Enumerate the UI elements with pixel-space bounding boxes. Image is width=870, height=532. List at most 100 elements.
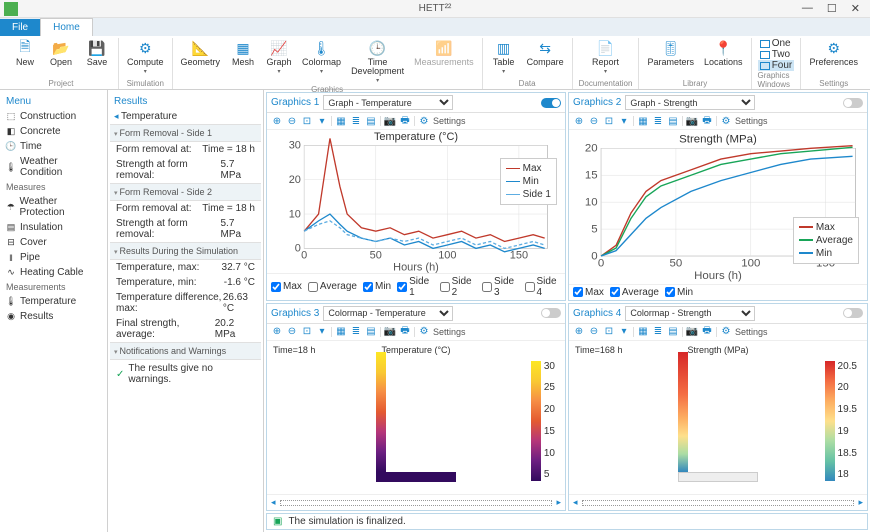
timedev-button[interactable]: 🕒Time Development▾ <box>349 38 406 85</box>
zoom-out-icon[interactable]: ⊖ <box>588 326 600 338</box>
check-max[interactable]: Max <box>573 287 604 298</box>
check-side3[interactable]: Side 3 <box>482 276 518 298</box>
graphics-3-toggle[interactable] <box>541 308 561 318</box>
layers-icon[interactable]: ▤ <box>365 326 377 338</box>
section-notes[interactable]: Notifications and Warnings <box>110 342 261 360</box>
section-form-removal-2[interactable]: Form Removal - Side 2 <box>110 183 261 201</box>
new-button[interactable]: 🗎New <box>10 38 40 68</box>
zoom-dropdown-icon[interactable]: ▾ <box>618 115 630 127</box>
table-button[interactable]: ▥Table▾ <box>489 38 519 76</box>
menu-construction[interactable]: ⬚Construction <box>2 109 105 124</box>
check-average[interactable]: Average <box>308 281 357 292</box>
gw-four-button[interactable]: Four <box>758 60 795 71</box>
save-button[interactable]: 💾Save <box>82 38 112 68</box>
results-back-link[interactable]: ◂ Temperature <box>110 109 261 124</box>
graphics-2-toggle[interactable] <box>843 98 863 108</box>
print-icon[interactable]: 🖶 <box>399 326 411 338</box>
grid-icon[interactable]: ▦ <box>637 115 649 127</box>
settings-icon[interactable]: ⚙ <box>418 326 430 338</box>
menu-time[interactable]: 🕒Time <box>2 139 105 154</box>
list-icon[interactable]: ≣ <box>652 326 664 338</box>
list-icon[interactable]: ≣ <box>652 115 664 127</box>
gw-two-button[interactable]: Two <box>758 49 795 60</box>
slider-next-icon[interactable]: ▸ <box>556 497 561 508</box>
zoom-dropdown-icon[interactable]: ▾ <box>618 326 630 338</box>
settings-icon[interactable]: ⚙ <box>720 326 732 338</box>
zoom-in-icon[interactable]: ⊕ <box>573 326 585 338</box>
graphics-4-dropdown[interactable]: Colormap - Strength <box>625 306 755 321</box>
grid-icon[interactable]: ▦ <box>335 326 347 338</box>
check-average[interactable]: Average <box>610 287 659 298</box>
print-icon[interactable]: 🖶 <box>701 115 713 127</box>
zoom-dropdown-icon[interactable]: ▾ <box>316 115 328 127</box>
graphics-4-plot[interactable]: Time=168 h Strength (MPa) 20.52019.51918… <box>569 341 867 495</box>
layers-icon[interactable]: ▤ <box>667 115 679 127</box>
graphics-1-toggle[interactable] <box>541 98 561 108</box>
check-max[interactable]: Max <box>271 281 302 292</box>
check-min[interactable]: Min <box>665 287 693 298</box>
settings-icon[interactable]: ⚙ <box>418 115 430 127</box>
zoom-in-icon[interactable]: ⊕ <box>271 115 283 127</box>
locations-button[interactable]: 📍Locations <box>702 38 745 68</box>
tab-file[interactable]: File <box>0 19 40 36</box>
menu-pipe[interactable]: ‖Pipe <box>2 250 105 265</box>
print-icon[interactable]: 🖶 <box>701 326 713 338</box>
camera-icon[interactable]: 📷 <box>686 326 698 338</box>
graphics-4-toggle[interactable] <box>843 308 863 318</box>
graphics-2-dropdown[interactable]: Graph - Strength <box>625 95 755 110</box>
camera-icon[interactable]: 📷 <box>686 115 698 127</box>
zoom-reset-icon[interactable]: ⊡ <box>603 115 615 127</box>
window-minimize-button[interactable]: — <box>802 2 813 15</box>
zoom-in-icon[interactable]: ⊕ <box>271 326 283 338</box>
report-button[interactable]: 📄Report▾ <box>590 38 621 76</box>
slider-prev-icon[interactable]: ◂ <box>271 497 276 508</box>
slider-next-icon[interactable]: ▸ <box>858 497 863 508</box>
menu-results[interactable]: ◉Results <box>2 309 105 324</box>
grid-icon[interactable]: ▦ <box>335 115 347 127</box>
check-side2[interactable]: Side 2 <box>440 276 476 298</box>
measurements-button[interactable]: 📶Measurements <box>412 38 476 68</box>
zoom-reset-icon[interactable]: ⊡ <box>603 326 615 338</box>
compare-button[interactable]: ⇆Compare <box>525 38 566 68</box>
graphics-1-dropdown[interactable]: Graph - Temperature <box>323 95 453 110</box>
zoom-reset-icon[interactable]: ⊡ <box>301 326 313 338</box>
graphics-3-slider[interactable]: ◂▸ <box>267 494 565 510</box>
section-results-sim[interactable]: Results During the Simulation <box>110 242 261 260</box>
check-min[interactable]: Min <box>363 281 391 292</box>
graphics-3-dropdown[interactable]: Colormap - Temperature <box>323 306 453 321</box>
menu-concrete[interactable]: ◧Concrete <box>2 124 105 139</box>
colormap-button[interactable]: 🌡Colormap▾ <box>300 38 343 76</box>
section-form-removal-1[interactable]: Form Removal - Side 1 <box>110 124 261 142</box>
zoom-dropdown-icon[interactable]: ▾ <box>316 326 328 338</box>
zoom-out-icon[interactable]: ⊖ <box>286 115 298 127</box>
zoom-out-icon[interactable]: ⊖ <box>588 115 600 127</box>
grid-icon[interactable]: ▦ <box>637 326 649 338</box>
open-button[interactable]: 📂Open <box>46 38 76 68</box>
preferences-button[interactable]: ⚙Preferences <box>807 38 860 68</box>
graphics-1-plot[interactable]: 0102030050100150Temperature (°C)Hours (h… <box>267 130 565 273</box>
menu-insulation[interactable]: ▤Insulation <box>2 220 105 235</box>
zoom-out-icon[interactable]: ⊖ <box>286 326 298 338</box>
menu-temperature[interactable]: 🌡Temperature <box>2 294 105 309</box>
tab-home[interactable]: Home <box>40 18 93 36</box>
settings-label[interactable]: Settings <box>433 116 466 126</box>
layers-icon[interactable]: ▤ <box>365 115 377 127</box>
list-icon[interactable]: ≣ <box>350 115 362 127</box>
mesh-button[interactable]: ▦Mesh <box>228 38 258 68</box>
check-side4[interactable]: Side 4 <box>525 276 561 298</box>
camera-icon[interactable]: 📷 <box>384 115 396 127</box>
menu-weather[interactable]: 🌡Weather Condition <box>2 154 105 180</box>
parameters-button[interactable]: 🎚Parameters <box>645 38 696 68</box>
gw-one-button[interactable]: One <box>758 38 795 49</box>
list-icon[interactable]: ≣ <box>350 326 362 338</box>
menu-cover[interactable]: ⊟Cover <box>2 235 105 250</box>
print-icon[interactable]: 🖶 <box>399 115 411 127</box>
zoom-in-icon[interactable]: ⊕ <box>573 115 585 127</box>
menu-weather-protection[interactable]: ☂Weather Protection <box>2 194 105 220</box>
graphics-3-plot[interactable]: Time=18 h Temperature (°C) 30252015105 <box>267 341 565 495</box>
check-side1[interactable]: Side 1 <box>397 276 433 298</box>
compute-button[interactable]: ⚙Compute▾ <box>125 38 166 76</box>
window-close-button[interactable]: ✕ <box>851 2 860 15</box>
graph-button[interactable]: 📈Graph▾ <box>264 38 294 76</box>
window-maximize-button[interactable]: ☐ <box>827 2 837 15</box>
